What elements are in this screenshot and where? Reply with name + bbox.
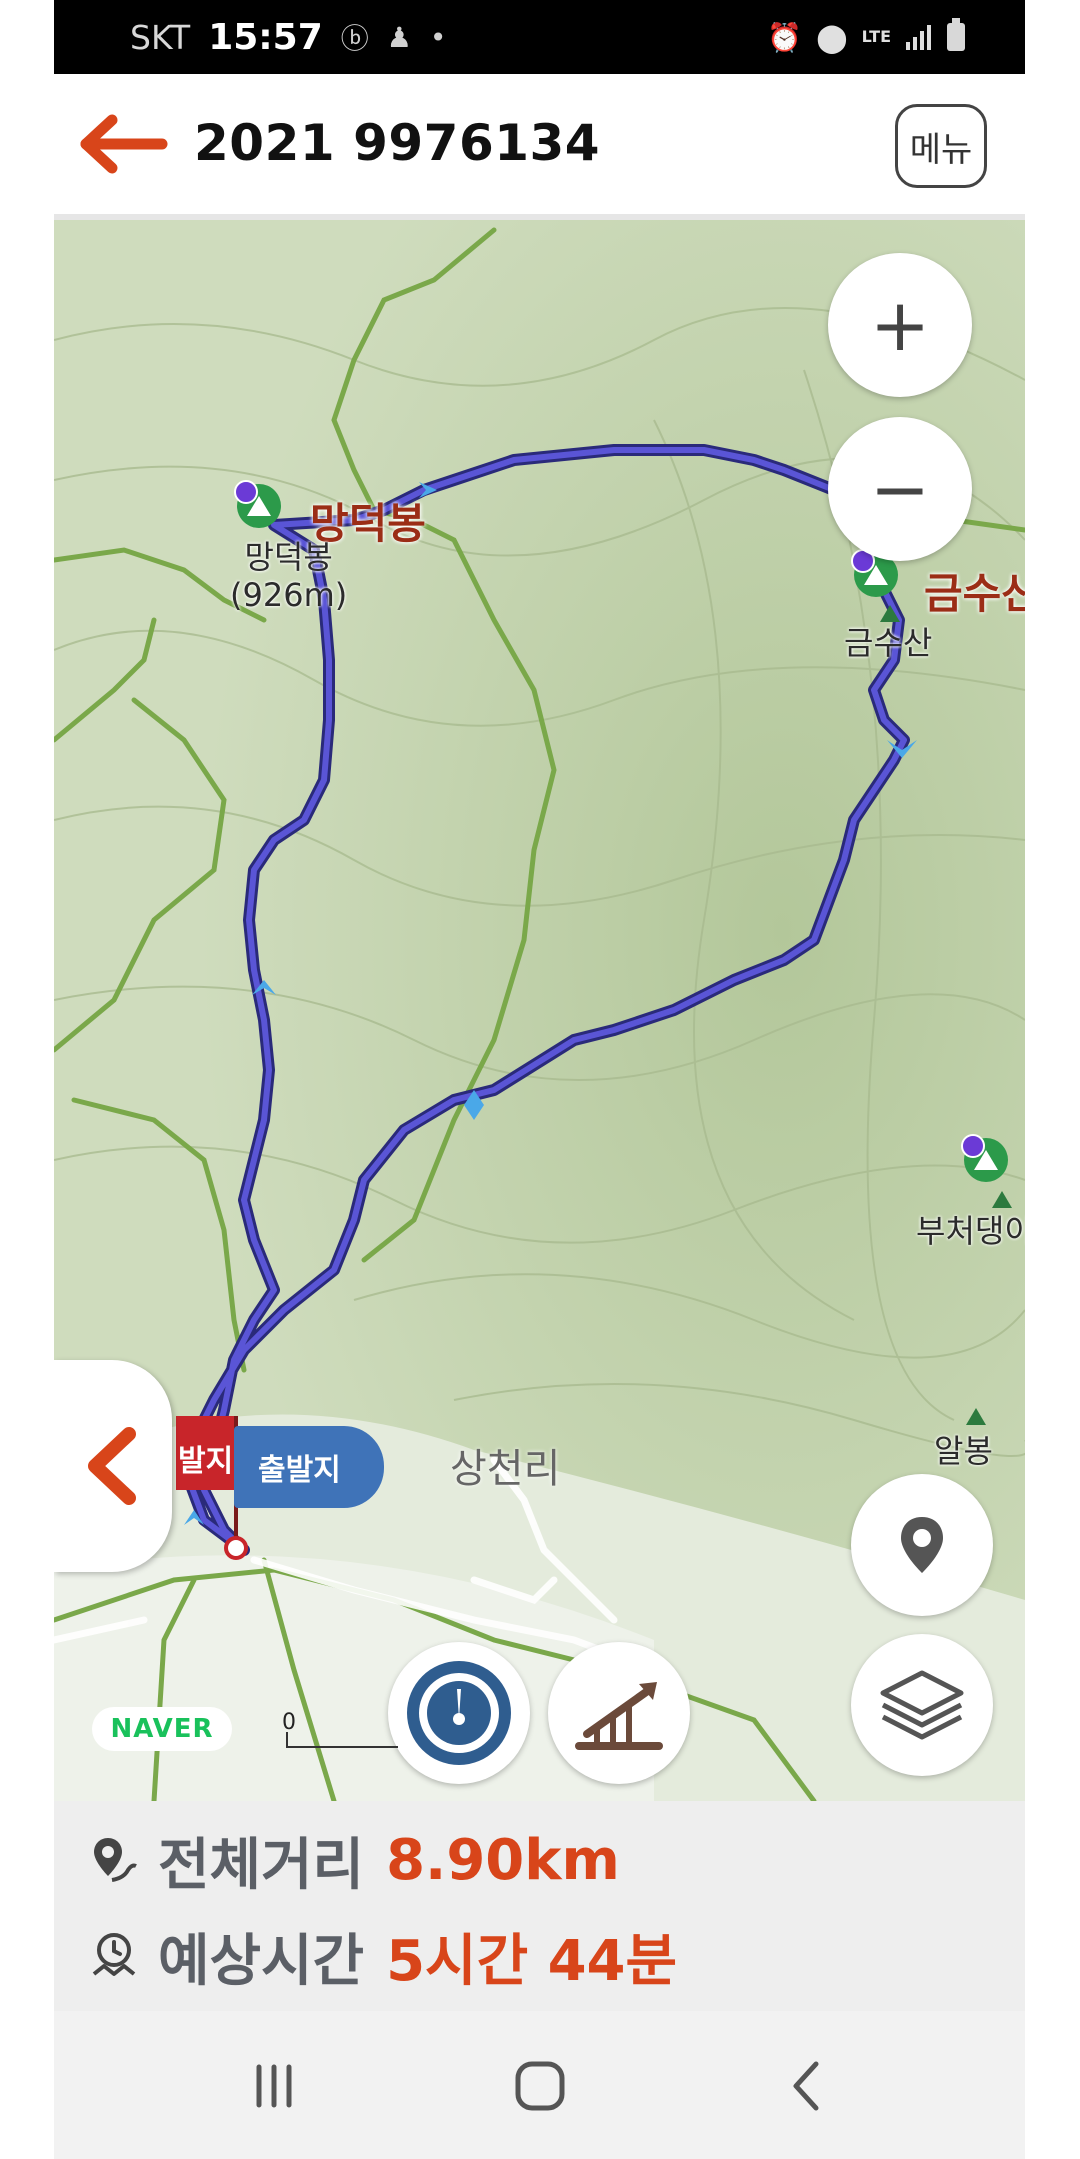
phone-screen: SKT 15:57 ⓑ ♟ • ⏰ ⬤ LTE 2021 9976134 메뉴	[54, 0, 1025, 2159]
end-flag-label: 발지	[178, 1444, 234, 1479]
app-header: 2021 9976134 메뉴	[54, 74, 1025, 220]
signal-icon	[906, 25, 931, 50]
time-row: 예상시간 5시간 44분	[88, 1911, 677, 2001]
recents-button[interactable]	[234, 2051, 314, 2121]
naver-logo: NAVER	[92, 1707, 232, 1751]
back-button[interactable]	[766, 2051, 846, 2121]
recents-icon	[256, 2064, 292, 2108]
dot-icon: •	[429, 20, 447, 54]
layers-icon	[880, 1670, 964, 1740]
start-flag: 출발지	[234, 1426, 384, 1508]
back-arrow-icon[interactable]	[78, 114, 168, 174]
home-button[interactable]	[500, 2051, 580, 2121]
system-nav-bar	[54, 2011, 1025, 2159]
peak-sublabel-albong: 알봉	[934, 1432, 993, 1470]
location-icon: ⬤	[816, 20, 848, 54]
route-summary: 전체거리 8.90km 예상시간 5시간 44분	[54, 1801, 1025, 2011]
distance-row: 전체거리 8.90km	[88, 1815, 620, 1905]
peak-sublabel-geumsu: 금수산	[844, 624, 933, 662]
location-pin-icon	[901, 1517, 943, 1573]
back-icon	[793, 2061, 819, 2111]
layers-button[interactable]	[851, 1634, 993, 1776]
zoom-out-button[interactable]: −	[828, 417, 972, 561]
notification-icon: ♟	[386, 20, 412, 54]
time-label: 예상시간	[158, 1928, 365, 1994]
peak-label-geumsu: 금수산	[924, 569, 1025, 618]
map-scale: 0	[282, 1710, 412, 1750]
time-value: 5시간 44분	[386, 1928, 678, 1994]
home-icon	[515, 2061, 565, 2111]
scale-bar	[286, 1732, 398, 1748]
speedometer-icon	[407, 1661, 511, 1765]
village-label: 상천리	[450, 1446, 561, 1492]
menu-button[interactable]: 메뉴	[895, 104, 987, 188]
peak-sublabel-mangdeok: 망덕봉 (926m)	[230, 538, 348, 614]
alarm-icon: ⏰	[767, 20, 803, 54]
elevation-button[interactable]	[548, 1642, 690, 1784]
panel-toggle-tab[interactable]	[54, 1360, 172, 1572]
page-title: 2021 9976134	[194, 114, 601, 172]
route-distance-icon	[94, 1838, 137, 1882]
carrier-label: SKT	[130, 17, 191, 57]
map-view[interactable]: 망덕봉 망덕봉 (926m) 금수산 금수산 부처댕이 알봉 상천리 발지 출발…	[54, 220, 1025, 1801]
distance-value: 8.90km	[386, 1827, 620, 1893]
my-location-button[interactable]	[851, 1474, 993, 1616]
peak-sublabel-bucheodaengi: 부처댕이	[916, 1212, 1025, 1250]
zoom-in-button[interactable]: +	[828, 253, 972, 397]
distance-label: 전체거리	[158, 1832, 365, 1898]
elevation-chart-icon	[575, 1682, 663, 1750]
b-icon: ⓑ	[340, 22, 369, 55]
chevron-left-icon	[88, 1427, 136, 1505]
battery-icon	[947, 18, 965, 51]
status-bar: SKT 15:57 ⓑ ♟ • ⏰ ⬤ LTE	[54, 0, 1025, 74]
clock: 15:57	[208, 16, 323, 58]
estimated-time-icon	[92, 1933, 136, 1976]
network-type: LTE	[861, 27, 891, 46]
